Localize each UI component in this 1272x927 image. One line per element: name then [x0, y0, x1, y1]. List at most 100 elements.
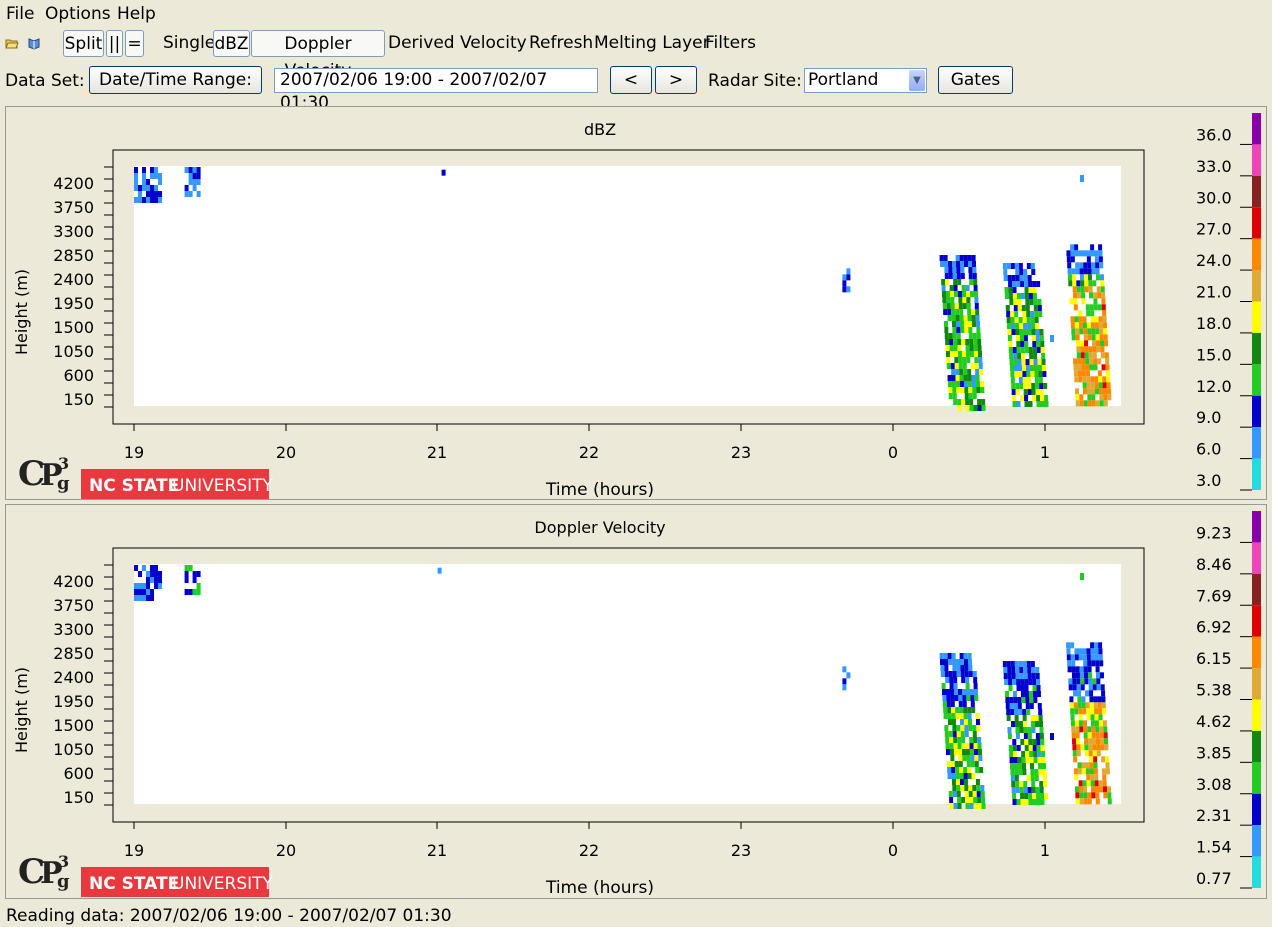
echo-cell	[972, 725, 977, 731]
next-button[interactable]: >	[655, 66, 697, 94]
echo-cell	[1086, 780, 1091, 787]
echo-cell	[970, 755, 975, 761]
melting-layer-button[interactable]: Melting Layer	[594, 30, 710, 57]
echo-cell	[188, 173, 193, 179]
echo-cell	[970, 701, 975, 707]
echo-cell	[1026, 661, 1031, 667]
echo-cell	[1102, 780, 1107, 787]
echo-cell	[1096, 340, 1101, 347]
echo-cell	[1103, 726, 1108, 733]
echo-cell	[953, 737, 958, 743]
previous-button[interactable]: <	[610, 66, 652, 94]
single-button[interactable]: Single	[163, 30, 215, 57]
colorbar-label: 36.0	[1196, 125, 1232, 144]
echo-cell	[1081, 298, 1086, 305]
echo-cell	[1027, 787, 1032, 793]
echo-cell	[962, 755, 967, 761]
chevron-down-icon[interactable]: ▼	[909, 70, 925, 91]
echo-cell	[1028, 287, 1033, 293]
echo-cell	[1033, 757, 1038, 763]
colorbar-segment	[1252, 175, 1261, 208]
echo-cell	[1107, 786, 1112, 793]
echo-cell	[1008, 347, 1013, 353]
echo-cell	[1073, 756, 1078, 763]
echo-cell	[967, 369, 972, 375]
echo-cell	[1015, 721, 1020, 727]
echo-cell	[158, 577, 162, 583]
echo-cell	[1078, 654, 1083, 661]
echo-cell	[1031, 269, 1036, 275]
echo-cell	[1096, 744, 1101, 751]
echo-cell	[1081, 292, 1086, 299]
echo-cell	[1074, 720, 1079, 727]
date-time-range-field[interactable]: 2007/02/06 19:00 - 2007/02/07 01:30	[274, 68, 598, 113]
book-icon[interactable]	[27, 36, 41, 50]
echo-cell	[1036, 341, 1041, 347]
echo-cell	[967, 713, 972, 719]
refresh-button[interactable]: Refresh	[529, 30, 593, 57]
echo-cell	[1013, 359, 1018, 365]
gates-button[interactable]: Gates	[938, 66, 1013, 94]
echo-cell	[1078, 316, 1083, 323]
echo-cell	[963, 773, 968, 779]
echo-cell	[1022, 311, 1027, 317]
echo-cell	[1018, 263, 1023, 269]
echo-cell	[1094, 376, 1099, 383]
echo-cell	[1012, 281, 1017, 287]
echo-cell	[969, 399, 974, 405]
echo-cell	[1031, 329, 1036, 335]
colorbar-segment	[1252, 364, 1261, 396]
echo-cell	[1016, 347, 1021, 353]
echo-cell	[1102, 310, 1107, 317]
echo-cell	[946, 695, 951, 701]
echo-cell	[941, 683, 946, 689]
echo-cell	[1028, 793, 1033, 799]
doppler-velocity-button[interactable]: Doppler Velocity	[251, 30, 385, 81]
echo-cell	[1090, 376, 1095, 383]
echo-cell	[1079, 262, 1084, 269]
date-time-range-button[interactable]: Date/Time Range:	[89, 66, 262, 94]
echo-cell	[961, 399, 966, 405]
echo-cell	[966, 357, 971, 363]
echo-cell	[1079, 792, 1084, 799]
echo-cell	[184, 565, 189, 571]
echo-cell	[1039, 733, 1044, 739]
dbz-button[interactable]: dBZ	[213, 30, 250, 57]
echo-cell	[1095, 732, 1100, 739]
echo-cell	[1099, 394, 1104, 401]
echo-cell	[975, 375, 980, 381]
echo-cell	[1040, 395, 1045, 401]
radar-site-select[interactable]: Portland ▼	[804, 68, 927, 93]
menu-options[interactable]: Options	[45, 4, 111, 24]
echo-cell	[1036, 395, 1041, 401]
echo-cell	[1074, 316, 1079, 323]
echo-cell	[142, 167, 146, 173]
echo-cell	[1099, 262, 1104, 269]
echo-cell	[976, 791, 981, 797]
echo-cell	[142, 565, 146, 571]
horizontal-split-button[interactable]: =	[125, 30, 144, 57]
open-folder-icon[interactable]	[5, 36, 19, 50]
split-button[interactable]: Split	[63, 30, 104, 57]
echo-cell	[950, 761, 955, 767]
vertical-split-button[interactable]: ||	[106, 30, 123, 57]
echo-cell	[1090, 642, 1095, 649]
derived-velocity-button[interactable]: Derived Velocity	[388, 30, 527, 57]
y-tick-label: 3300	[53, 620, 94, 639]
echo-cell	[943, 309, 948, 315]
filters-button[interactable]: Filters	[705, 30, 756, 57]
echo-cell	[955, 321, 960, 327]
echo-cell	[969, 749, 974, 755]
echo-cell	[1011, 781, 1016, 787]
echo-cell	[958, 303, 963, 309]
echo-cell	[1008, 341, 1013, 347]
echo-cell	[1032, 691, 1037, 697]
echo-cell	[1024, 691, 1029, 697]
menu-help[interactable]: Help	[117, 4, 156, 24]
menu-file[interactable]: File	[6, 4, 34, 24]
echo-cell	[1017, 305, 1022, 311]
echo-cell	[947, 767, 952, 773]
echo-cell	[1078, 322, 1083, 329]
echo-cell	[192, 589, 197, 595]
echo-cell	[1092, 280, 1097, 287]
